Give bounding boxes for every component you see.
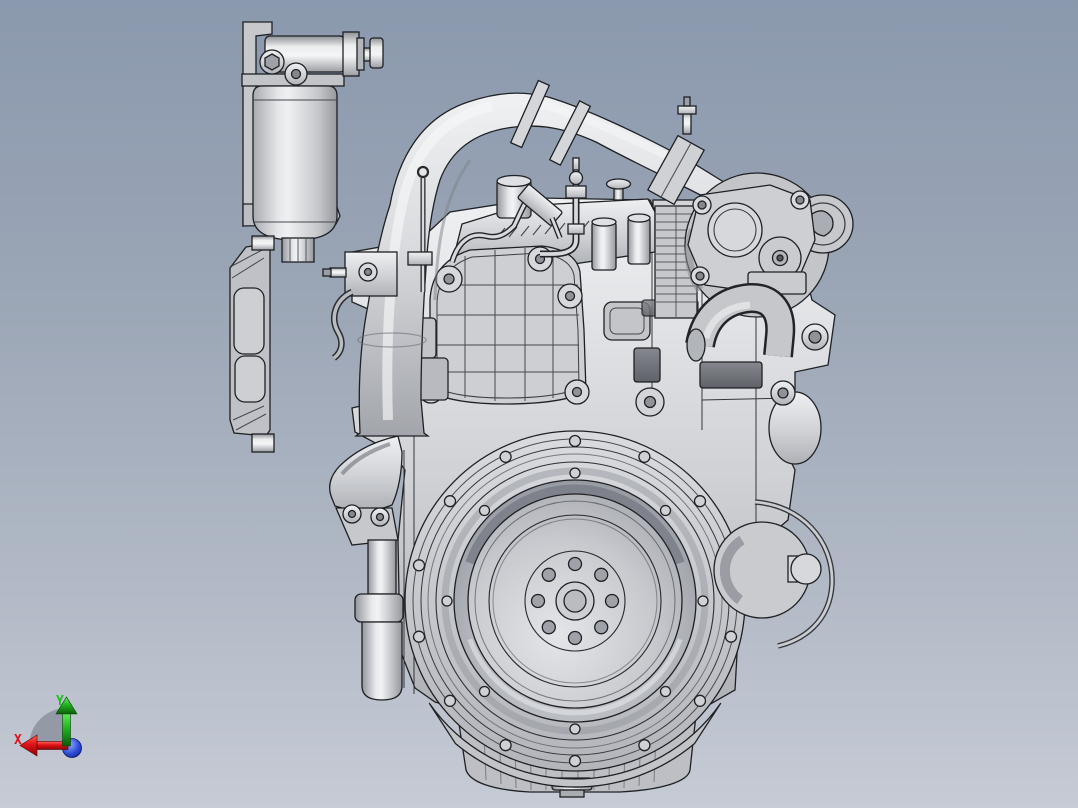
water-outlet-cone[interactable] <box>329 435 403 546</box>
block-recess <box>699 361 763 389</box>
bolt-hole <box>478 685 491 698</box>
bolt-hole <box>567 556 583 572</box>
pipe-bulb <box>568 170 584 186</box>
bolt-hole <box>568 434 582 448</box>
bolt-hole <box>659 504 672 517</box>
cad-3d-viewport[interactable]: X Y <box>0 0 1078 808</box>
washer <box>356 37 365 71</box>
injector-boss <box>591 221 617 271</box>
banjo-bolt-hex <box>264 53 280 71</box>
fuel-filter-assembly[interactable] <box>241 21 384 263</box>
bolt-hole <box>697 595 709 607</box>
x-axis-arrowhead[interactable] <box>19 734 38 757</box>
bolt-hole <box>499 450 512 463</box>
filter-can[interactable] <box>361 621 403 701</box>
turbo-fitting-stem <box>682 111 692 135</box>
side-cover-plate[interactable] <box>229 235 275 453</box>
injector-boss-top <box>591 217 617 227</box>
cover-pad <box>234 355 266 403</box>
fitting-pin <box>329 267 347 278</box>
bolt-hole <box>569 723 581 735</box>
bolt-hole <box>569 467 581 479</box>
bolt-hole <box>347 509 357 519</box>
pipe-nut <box>567 223 585 235</box>
starter-nose <box>790 553 822 585</box>
bolt-hole <box>375 512 385 522</box>
bolt-hole <box>478 504 491 517</box>
cover-pad <box>233 287 265 355</box>
bolt-hole <box>795 195 805 205</box>
bolt-hole <box>499 739 512 752</box>
downpipe-end-flange <box>686 328 706 362</box>
cover-top-boss <box>251 235 275 251</box>
bolt-hole <box>659 685 672 698</box>
bolt-hole <box>697 200 707 210</box>
bolt-hole <box>290 68 302 80</box>
wastegate-lever <box>811 210 834 237</box>
orientation-triad[interactable]: X Y <box>14 694 82 758</box>
bolt-hole <box>443 694 457 707</box>
dipstick-clamp <box>407 251 433 266</box>
end-knob <box>369 37 384 69</box>
injector-boss-top <box>627 213 651 223</box>
breather-cap <box>605 178 632 190</box>
bolt-hole <box>604 593 620 609</box>
filter-stub <box>367 539 397 595</box>
bolt-hole <box>643 395 657 409</box>
crankshaft-center-hole <box>563 589 587 613</box>
x-axis-label: X <box>14 733 22 748</box>
filter-collar <box>354 593 404 623</box>
bolt-hole <box>777 387 789 399</box>
fitting-pin-tip <box>322 268 332 277</box>
bolt-hole <box>594 567 609 582</box>
filter-canister[interactable] <box>252 85 338 241</box>
block-recess <box>633 347 661 383</box>
bolt-hole <box>541 620 556 635</box>
compressor-inlet-port <box>707 202 763 258</box>
bolt-hole <box>441 595 453 607</box>
pipe-hex-fitting <box>565 185 587 199</box>
cover-bottom-boss <box>251 433 275 453</box>
bolt-hole <box>695 271 705 281</box>
bolt-hole <box>530 593 546 609</box>
bolt-hole <box>443 495 457 508</box>
bolt-hole <box>541 567 556 582</box>
bolt-hole <box>568 754 582 768</box>
engine-3d-model[interactable]: X Y <box>0 0 1078 808</box>
bolt-hole <box>638 450 651 463</box>
injector-boss <box>627 217 651 265</box>
y-axis-label: Y <box>56 694 64 709</box>
bolt-hole <box>567 630 583 646</box>
y-axis-shaft[interactable] <box>62 712 71 747</box>
bolt-hole <box>693 495 707 508</box>
canister-bottom-fitting <box>281 237 315 263</box>
pipe-tip <box>572 157 580 171</box>
bolt-hole <box>693 694 707 707</box>
water-outlet-body[interactable] <box>329 435 403 512</box>
turbo-fitting-tee <box>677 105 697 115</box>
bolt-hole <box>724 630 738 643</box>
bolt-hole <box>412 559 426 572</box>
intake-stub-top <box>496 174 532 188</box>
drain-plug-tip <box>559 789 585 798</box>
bolt-hole <box>594 620 609 635</box>
bolt-hole <box>638 739 651 752</box>
flywheel[interactable] <box>467 493 683 709</box>
oil-filter-cylinder[interactable] <box>354 539 404 701</box>
actuator-bolt <box>776 254 784 262</box>
bolt-hole <box>808 330 822 344</box>
bolt-hole <box>412 630 426 643</box>
bolt-hole <box>363 267 373 277</box>
turbo-fitting-tip <box>683 96 691 107</box>
